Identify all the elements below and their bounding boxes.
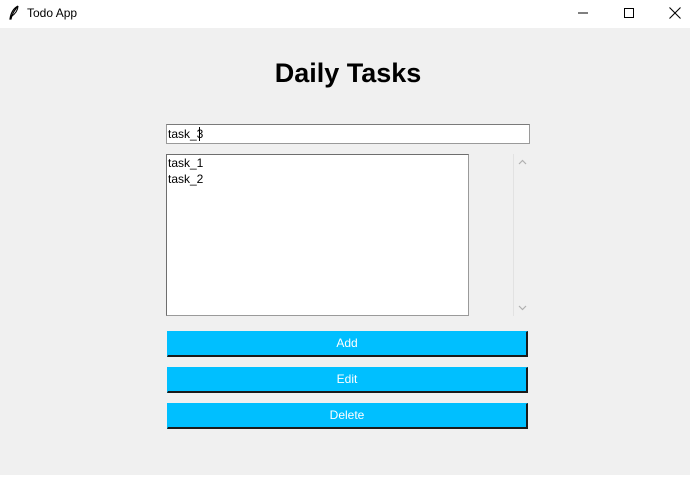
minimize-button[interactable] [560, 0, 606, 28]
text-caret [199, 127, 200, 141]
window-title: Todo App [27, 6, 78, 20]
add-button[interactable]: Add [167, 331, 528, 357]
list-item[interactable]: task_1 [167, 155, 468, 171]
chevron-down-icon[interactable] [518, 305, 527, 311]
feather-icon [7, 5, 21, 21]
page-title: Daily Tasks [274, 58, 422, 88]
task-list[interactable]: task_1 task_2 [166, 154, 469, 316]
app-window: Todo App Daily Tasks task_1 task_2 [0, 0, 690, 480]
delete-button[interactable]: Delete [167, 403, 528, 429]
title-bar[interactable]: Todo App [0, 0, 690, 28]
maximize-button[interactable] [606, 0, 652, 28]
close-button[interactable] [652, 0, 690, 28]
maximize-icon [624, 8, 634, 18]
chevron-up-icon[interactable] [518, 159, 527, 165]
close-icon [669, 7, 681, 19]
minimize-icon [578, 12, 588, 14]
edit-button[interactable]: Edit [167, 367, 528, 393]
window-bottom-edge [0, 475, 690, 480]
list-item[interactable]: task_2 [167, 171, 468, 187]
task-input[interactable] [166, 124, 530, 144]
client-area: Daily Tasks task_1 task_2 Add Edit Delet… [0, 28, 690, 475]
list-scrollbar[interactable] [513, 154, 529, 316]
